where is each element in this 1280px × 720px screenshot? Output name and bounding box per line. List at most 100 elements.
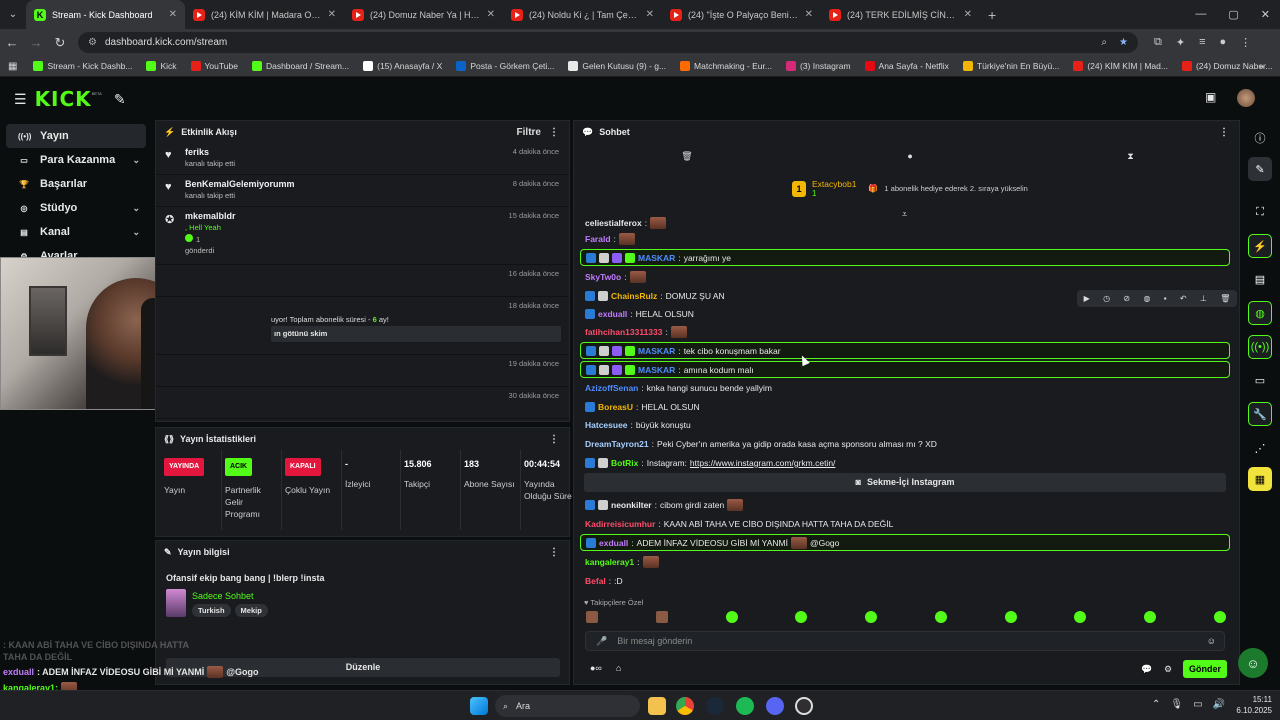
sidebar-item-başarılar[interactable]: 🏆 Başarılar — [6, 172, 146, 196]
maximize-icon[interactable]: ▢ — [1228, 8, 1238, 21]
chat-username[interactable]: Hatcesuee — [585, 420, 628, 430]
emote-icon[interactable] — [655, 611, 668, 623]
folder-icon[interactable] — [648, 697, 666, 715]
trash-icon[interactable]: 🗑 — [681, 151, 692, 162]
gifter-name[interactable]: Extacybob1 — [812, 179, 856, 189]
stat-badge[interactable]: KAPALI — [285, 458, 321, 476]
chat-username[interactable]: exduall — [599, 538, 628, 548]
apps-grid-icon[interactable]: ▦ — [8, 61, 17, 72]
browser-tab[interactable]: K Stream - Kick Dashboard ✕ — [26, 0, 185, 29]
category-thumbnail[interactable] — [166, 589, 186, 617]
discord-icon[interactable] — [766, 697, 784, 715]
floating-chat-button[interactable]: ☺ — [1238, 648, 1268, 678]
bookmark-item[interactable]: YouTube — [190, 61, 238, 71]
bookmark-item[interactable]: Türkiye'nin En Büyü... — [962, 61, 1059, 71]
chrome-icon[interactable] — [676, 697, 694, 715]
emote-icon[interactable] — [795, 611, 808, 623]
tray-expand-icon[interactable]: ⌃ — [1152, 699, 1160, 710]
back-icon[interactable]: ← — [0, 35, 24, 50]
share-icon[interactable]: ⋰ — [1248, 436, 1272, 460]
sidebar-item-kanal[interactable]: ▤ Kanal ⌄ — [6, 220, 146, 244]
chat-message[interactable]: Befal::D — [580, 572, 1230, 589]
profile-avatar-icon[interactable]: ● — [1220, 36, 1227, 49]
mic-icon[interactable]: 🎤 — [596, 636, 607, 647]
browser-tab[interactable]: (24) "İşte O Palyaço Benim" Kic ✕ — [662, 0, 821, 29]
bookmark-item[interactable]: Ana Sayfa - Netflix — [864, 61, 949, 71]
layers-icon[interactable]: ▭ — [1248, 368, 1272, 392]
info-menu-icon[interactable]: ⋮ — [549, 547, 559, 558]
chat-message[interactable]: MASKAR: amına kodum malı — [580, 361, 1230, 378]
chevron-down-icon[interactable]: ⌄ — [132, 203, 140, 214]
chat-username[interactable]: BotRix — [611, 458, 638, 468]
chat-message[interactable]: fatihcihan13311333: — [580, 323, 1230, 340]
chat-username[interactable]: celiestialferox — [585, 218, 642, 228]
site-info-icon[interactable]: ⚙ — [88, 37, 97, 48]
more-bookmarks-icon[interactable]: » — [1259, 61, 1264, 71]
emote-icon[interactable] — [1074, 611, 1087, 623]
obs-icon[interactable] — [795, 697, 813, 715]
taskbar-search[interactable]: ⌕ Ara — [495, 695, 640, 717]
bookmark-item[interactable]: Kick — [146, 61, 177, 71]
chat-username[interactable]: DreamTayron21 — [585, 439, 649, 449]
chat-message[interactable]: exduall: HELAL OLSUN — [580, 305, 1230, 322]
chat-message[interactable]: AzizoffSenan: knka hangi sunucu bende yal… — [580, 379, 1230, 396]
stream-mode-icon[interactable]: ▣ — [1205, 90, 1216, 104]
chat-message[interactable]: SkyTw0o: — [580, 268, 1230, 285]
crop-icon[interactable]: ⛶ — [1248, 200, 1272, 224]
emoji-icon[interactable]: ☺ — [1207, 636, 1216, 646]
points-icon[interactable]: ●∞ — [590, 663, 602, 673]
chat-message[interactable]: kangaleray1: — [580, 553, 1230, 570]
chevron-down-icon[interactable]: ⌄ — [132, 227, 140, 238]
chat-username[interactable]: MASKAR — [638, 346, 675, 356]
chat-username[interactable]: MASKAR — [638, 365, 675, 375]
emote-icon[interactable] — [1213, 611, 1226, 623]
stats-menu-icon[interactable]: ⋮ — [549, 434, 559, 445]
bookmark-star-icon[interactable]: ★ — [1119, 37, 1128, 48]
calendar-icon[interactable]: ▦ — [1248, 467, 1272, 491]
hourglass-icon[interactable]: ⧗ — [1127, 151, 1133, 162]
chat-input[interactable]: 🎤 Bir mesaj gönderin ☺ — [585, 631, 1225, 651]
chat-username[interactable]: exduall — [598, 309, 627, 319]
chat-message[interactable]: Hatcesuee: büyük konuştu — [580, 416, 1230, 433]
chat-link[interactable]: https://www.instagram.com/grkm.cetin/ — [690, 458, 836, 468]
lightning-icon[interactable]: ⚡ — [1248, 234, 1272, 258]
chat-username[interactable]: BoreasU — [598, 402, 633, 412]
browser-tab[interactable]: (24) Domuz Naber Ya | HAFTAL ✕ — [344, 0, 503, 29]
activity-menu-icon[interactable]: ⋮ — [549, 127, 559, 138]
bookmark-item[interactable]: (3) Instagram — [785, 61, 851, 71]
url-bar[interactable]: ⚙ dashboard.kick.com/stream ⌕ ★ — [78, 32, 1138, 53]
clock-date[interactable]: 6.10.2025 — [1230, 705, 1272, 716]
info-icon[interactable]: ⓘ — [1248, 126, 1272, 150]
browser-menu-icon[interactable]: ⋮ — [1240, 36, 1251, 49]
emote-icon[interactable] — [725, 611, 738, 623]
filter-button[interactable]: Filtre — [517, 127, 541, 138]
chat-username[interactable]: neonkilter — [611, 500, 652, 510]
chat-username[interactable]: SkyTw0o — [585, 272, 621, 282]
bookmark-item[interactable]: Gelen Kutusu (9) - g... — [568, 61, 666, 71]
chat-mode-icon[interactable]: ● — [907, 151, 912, 162]
chat-username[interactable]: AzizoffSenan — [585, 383, 638, 393]
tab-close-icon[interactable]: ✕ — [805, 9, 813, 20]
kick-logo[interactable]: KICK — [35, 87, 92, 111]
chat-tool-icon[interactable]: ◍ — [1248, 301, 1272, 325]
browser-tab[interactable]: (24) TERK EDİLMİŞ CİNLİ KÖYDE ✕ — [821, 0, 980, 29]
new-tab-button[interactable]: + — [988, 7, 996, 23]
clock-time[interactable]: 15:11 — [1230, 694, 1272, 705]
send-button[interactable]: Gönder — [1183, 660, 1227, 678]
volume-icon[interactable]: 🔊 — [1213, 699, 1225, 710]
network-icon[interactable]: ▭ — [1193, 699, 1202, 710]
tab-close-icon[interactable]: ✕ — [964, 9, 972, 20]
bookmark-item[interactable]: Posta - Görkem Çeti... — [456, 61, 554, 71]
chat-message[interactable]: MASKAR: tek cibo konuşmam bakar — [580, 342, 1230, 359]
chat-message[interactable]: Farald: — [580, 230, 1230, 247]
bookmark-item[interactable]: Stream - Kick Dashb... — [33, 61, 132, 71]
tab-close-icon[interactable]: ✕ — [169, 9, 177, 20]
user-avatar[interactable] — [1237, 89, 1255, 107]
chat-username[interactable]: Befal — [585, 576, 606, 586]
bookmark-item[interactable]: Matchmaking - Eur... — [680, 61, 772, 71]
event-user[interactable]: feriks — [185, 143, 569, 157]
bot-instagram-button[interactable]: ◙ Sekme-İçi Instagram — [584, 473, 1226, 492]
chat-mention[interactable]: @Gogo — [810, 538, 839, 548]
sidebar-item-para kazanma[interactable]: ▭ Para Kazanma ⌄ — [6, 148, 146, 172]
sidebar-item-stüdyo[interactable]: ◎ Stüdyo ⌄ — [6, 196, 146, 220]
